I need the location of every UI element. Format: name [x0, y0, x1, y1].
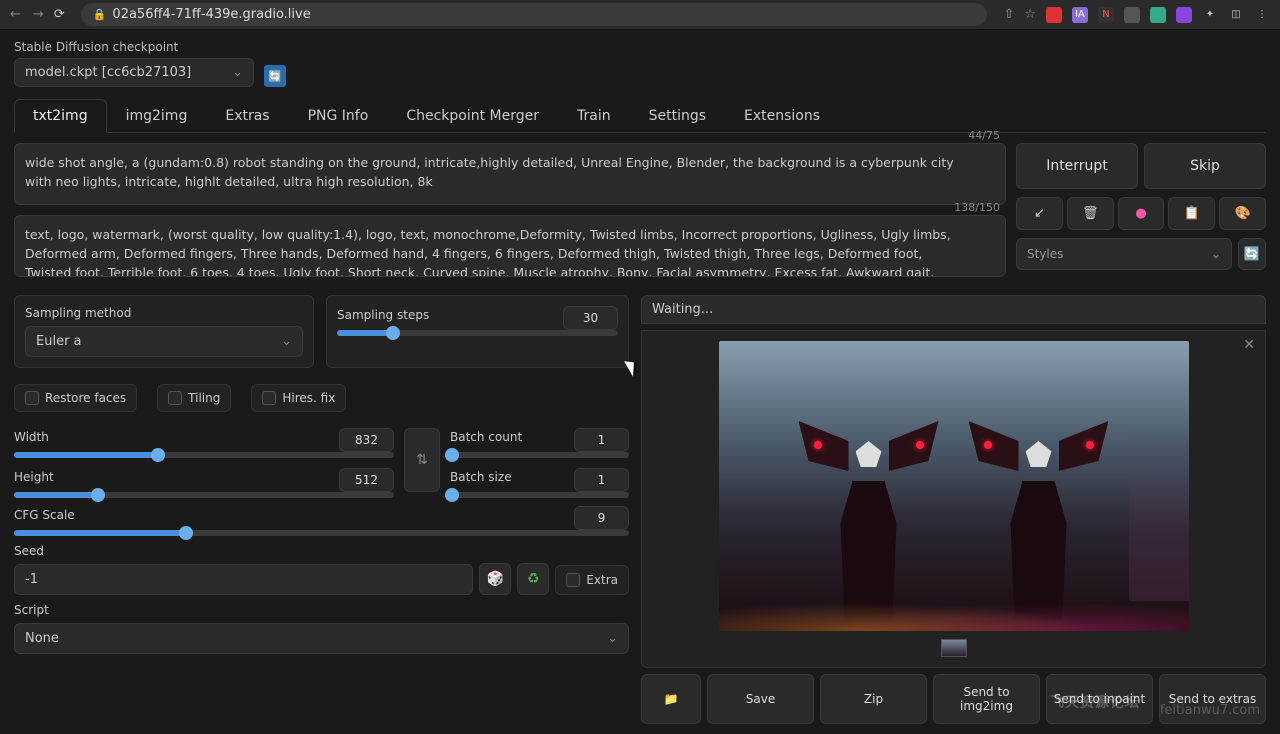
- neg-prompt-counter: 138/150: [954, 201, 1000, 214]
- ext-icon-4[interactable]: [1124, 7, 1140, 23]
- style-button-2[interactable]: 🎨: [1219, 197, 1266, 230]
- sampling-steps-value[interactable]: 30: [563, 306, 618, 330]
- folder-button[interactable]: 📁: [641, 674, 701, 724]
- zip-button[interactable]: Zip: [820, 674, 927, 724]
- checkpoint-select[interactable]: model.ckpt [cc6cb27103] ⌄: [14, 58, 254, 87]
- star-icon[interactable]: ☆: [1024, 7, 1036, 22]
- lock-icon: 🔒: [93, 8, 107, 21]
- styles-label: Styles: [1027, 247, 1063, 261]
- swap-dims-button[interactable]: ⇅: [404, 428, 440, 492]
- batch-size-value[interactable]: 1: [574, 468, 629, 492]
- panel-icon[interactable]: ◫: [1228, 7, 1244, 23]
- arrow-button[interactable]: ↙: [1016, 197, 1063, 230]
- checkpoint-value: model.ckpt [cc6cb27103]: [25, 65, 191, 80]
- output-image-area: ✕: [641, 330, 1266, 668]
- chevron-down-icon: ⌄: [1211, 247, 1221, 261]
- tab-extras[interactable]: Extras: [206, 99, 288, 132]
- thumbnail[interactable]: [941, 639, 967, 657]
- random-seed-button[interactable]: 🎲: [479, 563, 511, 595]
- negative-prompt-input[interactable]: [14, 215, 1006, 277]
- apply-styles-button[interactable]: 🔄: [1238, 238, 1266, 270]
- generated-image[interactable]: [719, 341, 1189, 631]
- tab-settings[interactable]: Settings: [630, 99, 725, 132]
- ext-icon-5[interactable]: [1150, 7, 1166, 23]
- cfg-value[interactable]: 9: [574, 506, 629, 530]
- batch-count-value[interactable]: 1: [574, 428, 629, 452]
- script-select[interactable]: None ⌄: [14, 623, 629, 654]
- chevron-down-icon: ⌄: [232, 65, 243, 80]
- reuse-seed-button[interactable]: ♻: [517, 563, 549, 595]
- url-bar[interactable]: 🔒 02a56ff4-71ff-439e.gradio.live: [81, 3, 988, 26]
- clear-button[interactable]: 🗑: [1067, 197, 1114, 230]
- tab-img2img[interactable]: img2img: [107, 99, 207, 132]
- interrupt-button[interactable]: Interrupt: [1016, 143, 1138, 189]
- extra-seed-check[interactable]: Extra: [555, 565, 629, 595]
- ext-icon-1[interactable]: [1046, 7, 1062, 23]
- seed-input[interactable]: [14, 564, 473, 595]
- sampling-steps-slider[interactable]: [337, 330, 618, 336]
- browser-chrome: ← → ⟳ 🔒 02a56ff4-71ff-439e.gradio.live ⇧…: [0, 0, 1280, 30]
- batch-size-label: Batch size: [450, 470, 512, 484]
- share-icon[interactable]: ⇧: [1003, 7, 1014, 22]
- batch-count-label: Batch count: [450, 430, 522, 444]
- ext-icon-6[interactable]: [1176, 7, 1192, 23]
- sampling-method-label: Sampling method: [25, 306, 303, 320]
- reload-icon[interactable]: ⟳: [54, 7, 65, 22]
- extension-icons: IA N ✦ ◫ ⋮: [1046, 7, 1270, 23]
- batch-size-slider[interactable]: [450, 492, 629, 498]
- style-button-1[interactable]: ●: [1118, 197, 1165, 230]
- tab-train[interactable]: Train: [558, 99, 630, 132]
- width-label: Width: [14, 430, 49, 444]
- tiling-check[interactable]: Tiling: [157, 384, 231, 412]
- tab-pnginfo[interactable]: PNG Info: [289, 99, 388, 132]
- height-label: Height: [14, 470, 54, 484]
- back-icon[interactable]: ←: [10, 7, 21, 22]
- ext-icon-3[interactable]: N: [1098, 7, 1114, 23]
- script-label: Script: [14, 603, 629, 617]
- thumbnail-strip: [941, 639, 967, 657]
- height-slider[interactable]: [14, 492, 394, 498]
- restore-faces-check[interactable]: Restore faces: [14, 384, 137, 412]
- styles-select[interactable]: Styles ⌄: [1016, 238, 1232, 270]
- url-text: 02a56ff4-71ff-439e.gradio.live: [112, 7, 310, 22]
- skip-button[interactable]: Skip: [1144, 143, 1266, 189]
- hires-fix-check[interactable]: Hires. fix: [251, 384, 346, 412]
- tab-txt2img[interactable]: txt2img: [14, 99, 107, 133]
- seed-label: Seed: [14, 544, 473, 558]
- watermark-2: feitianwu7.com: [1160, 703, 1260, 718]
- save-button[interactable]: Save: [707, 674, 814, 724]
- forward-icon[interactable]: →: [33, 7, 44, 22]
- tab-extensions[interactable]: Extensions: [725, 99, 839, 132]
- checkpoint-label: Stable Diffusion checkpoint: [14, 40, 254, 54]
- width-slider[interactable]: [14, 452, 394, 458]
- cfg-label: CFG Scale: [14, 508, 75, 522]
- width-value[interactable]: 832: [339, 428, 394, 452]
- chevron-down-icon: ⌄: [607, 631, 618, 646]
- prompt-counter: 44/75: [968, 129, 1000, 142]
- refresh-checkpoint-button[interactable]: 🔄: [264, 65, 286, 87]
- cfg-slider[interactable]: [14, 530, 629, 536]
- puzzle-icon[interactable]: ✦: [1202, 7, 1218, 23]
- chevron-down-icon: ⌄: [281, 334, 292, 349]
- prompt-input[interactable]: [14, 143, 1006, 205]
- close-icon[interactable]: ✕: [1243, 337, 1255, 353]
- tab-merger[interactable]: Checkpoint Merger: [387, 99, 558, 132]
- menu-icon[interactable]: ⋮: [1254, 7, 1270, 23]
- height-value[interactable]: 512: [339, 468, 394, 492]
- tabs: txt2img img2img Extras PNG Info Checkpoi…: [14, 99, 1266, 133]
- clipboard-button[interactable]: 📋: [1168, 197, 1215, 230]
- watermark-1: 飞天资源论坛: [1050, 692, 1140, 712]
- send-img2img-button[interactable]: Send to img2img: [933, 674, 1040, 724]
- batch-count-slider[interactable]: [450, 452, 629, 458]
- sampling-method-select[interactable]: Euler a ⌄: [25, 326, 303, 357]
- sampling-steps-label: Sampling steps: [337, 308, 429, 322]
- status-bar: Waiting...: [641, 295, 1266, 324]
- ext-icon-2[interactable]: IA: [1072, 7, 1088, 23]
